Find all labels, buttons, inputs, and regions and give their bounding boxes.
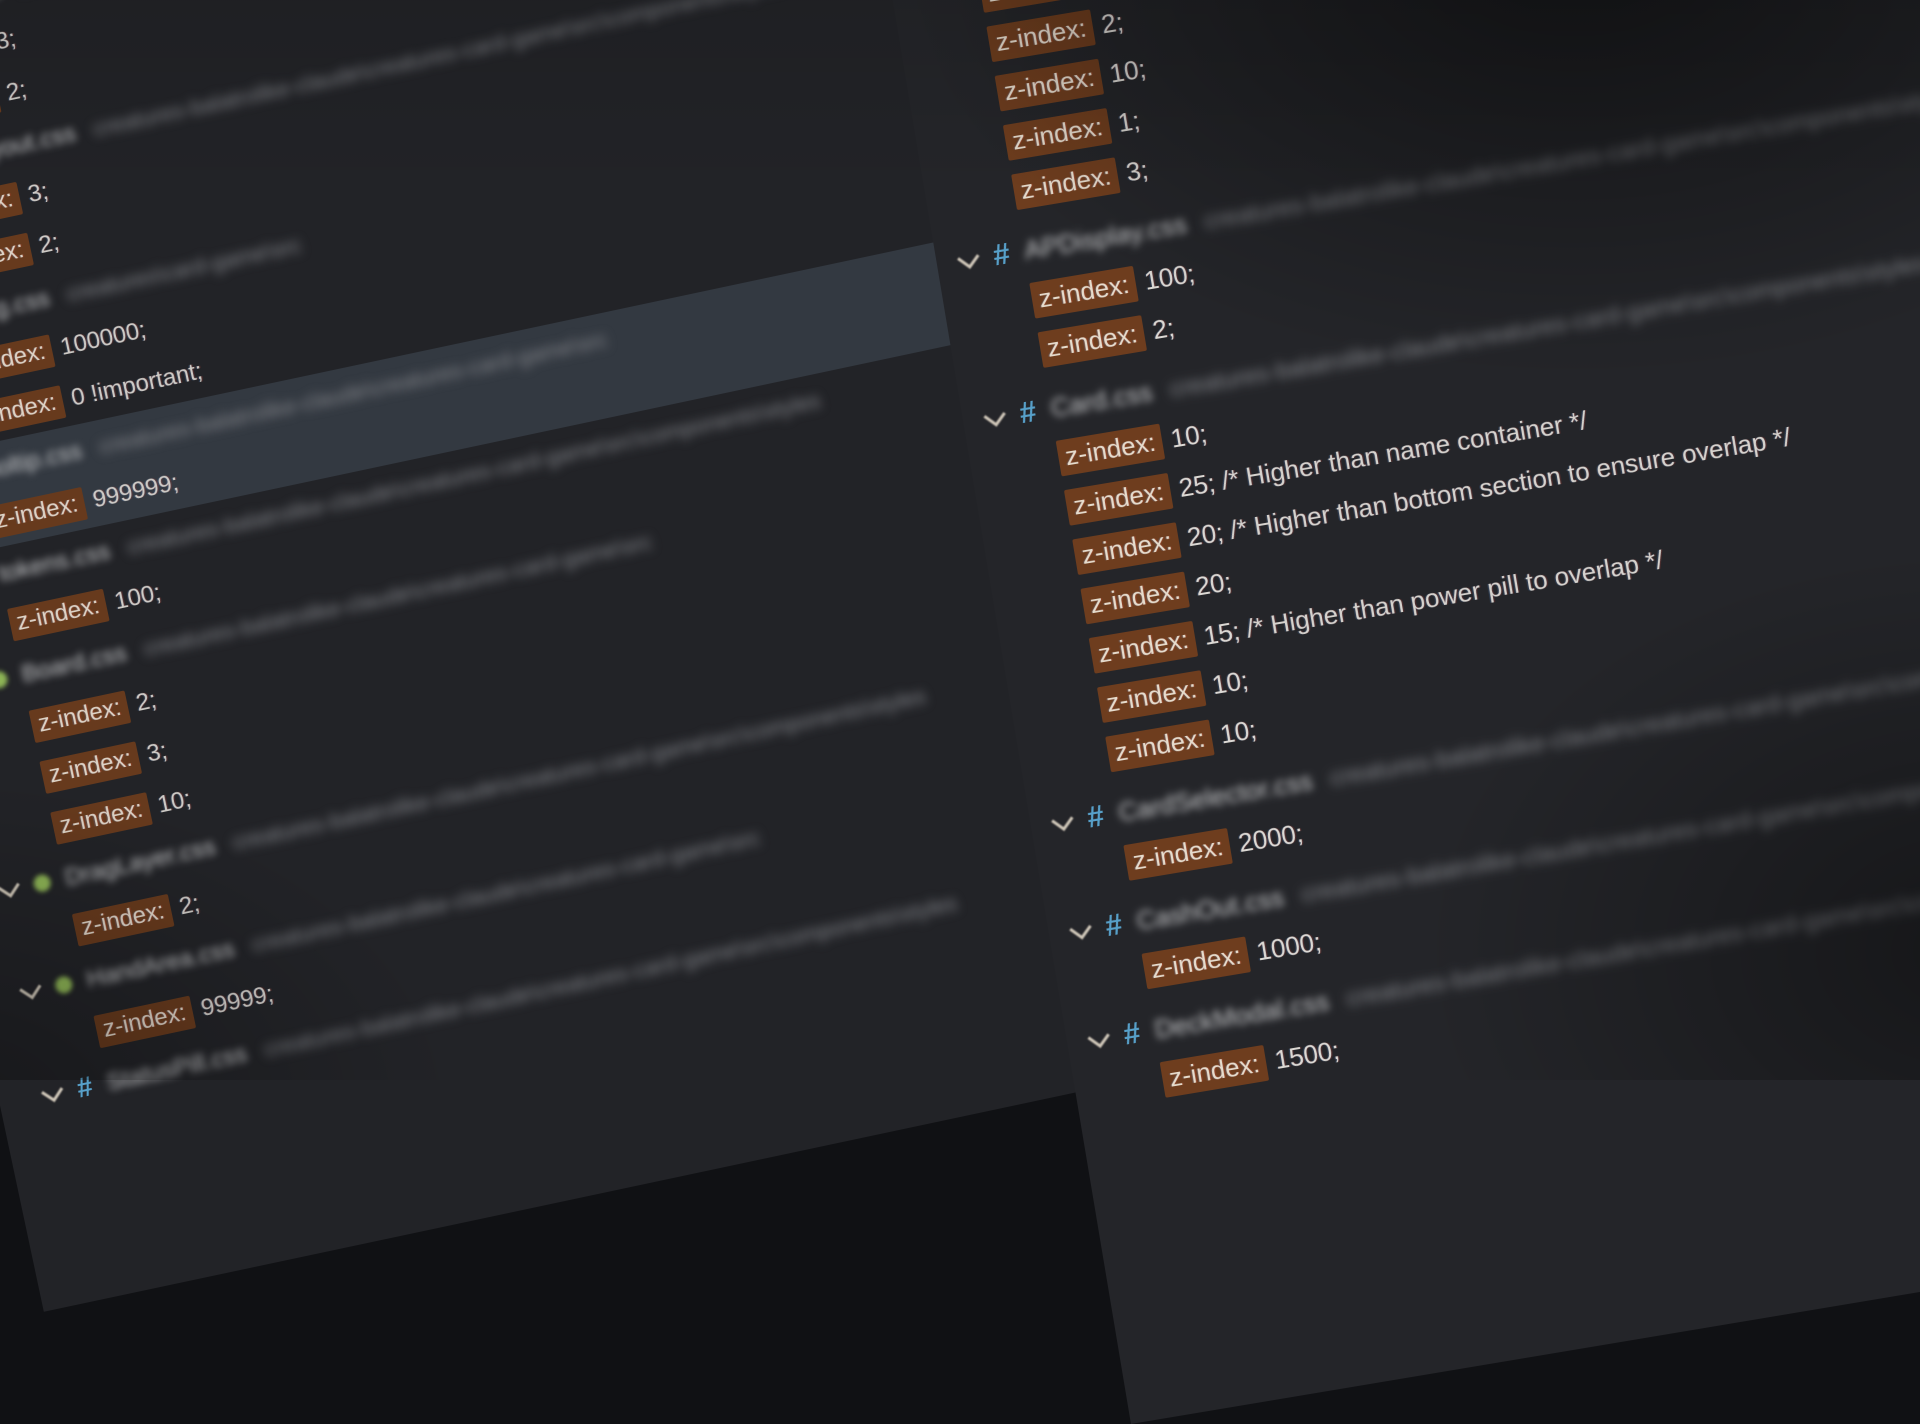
css-file-icon: # xyxy=(1103,908,1125,943)
chevron-down-icon[interactable] xyxy=(19,977,41,999)
match-value: 100; xyxy=(1142,258,1197,296)
match-value: 10; xyxy=(1168,418,1209,454)
file-name: Board.css xyxy=(19,639,129,688)
match-value: 20; xyxy=(1193,566,1234,602)
match-value: 2; xyxy=(177,890,202,921)
match-highlight: z-index: xyxy=(1142,936,1252,989)
match-value: 1000; xyxy=(1254,926,1323,966)
css-file-icon: # xyxy=(1121,1016,1143,1051)
match-highlight: z-index: xyxy=(1038,315,1148,368)
chevron-down-icon[interactable] xyxy=(1087,1026,1109,1048)
match-value: 3; xyxy=(145,737,170,768)
match-value: 2; xyxy=(1099,6,1125,39)
match-value: 2; xyxy=(36,229,61,260)
match-value: 2; xyxy=(1150,312,1176,345)
green-file-icon xyxy=(54,975,74,995)
match-value: 10; xyxy=(1210,665,1251,701)
css-file-icon: # xyxy=(991,237,1013,272)
green-file-icon xyxy=(0,670,9,690)
match-value: 100; xyxy=(112,579,163,615)
chevron-down-icon[interactable] xyxy=(957,247,979,269)
chevron-down-icon[interactable] xyxy=(0,876,20,898)
match-value: 3; xyxy=(1124,154,1150,187)
match-value: 1500; xyxy=(1272,1035,1341,1075)
match-value: 20; xyxy=(1185,517,1226,553)
chevron-down-icon[interactable] xyxy=(1069,917,1091,939)
match-value: 1; xyxy=(1116,105,1142,138)
match-value: 2; xyxy=(4,76,29,107)
file-name: Card.css xyxy=(1048,377,1154,424)
match-value: 25; xyxy=(1177,467,1218,503)
css-file-icon: # xyxy=(1017,395,1039,430)
green-file-icon xyxy=(32,873,52,893)
chevron-down-icon[interactable] xyxy=(984,404,1006,426)
match-highlight: z-index: xyxy=(1105,719,1215,772)
match-highlight: z-index: xyxy=(1123,828,1233,881)
search-results-panel-right[interactable]: z-index:2;z-index:2;z-index:10;z-index:1… xyxy=(890,0,1920,1424)
match-value: 15; xyxy=(1202,615,1243,651)
match-value: 10; xyxy=(1107,53,1148,89)
css-file-icon: # xyxy=(74,1070,95,1104)
match-value: 2000; xyxy=(1236,818,1305,858)
match-value: 100000; xyxy=(58,316,148,360)
match-highlight: z-index: xyxy=(1011,157,1121,210)
match-value: 99999; xyxy=(199,980,276,1022)
match-value: 3; xyxy=(26,178,51,209)
match-value: 999999; xyxy=(90,469,180,513)
match-value: 10; xyxy=(155,785,193,818)
match-value: 3; xyxy=(0,25,18,56)
chevron-down-icon[interactable] xyxy=(1051,809,1073,831)
css-file-icon: # xyxy=(1085,799,1107,834)
match-value: 10; xyxy=(1218,714,1259,750)
chevron-down-icon[interactable] xyxy=(41,1080,63,1102)
match-value: 2; xyxy=(134,686,159,717)
match-highlight: z-index: xyxy=(1160,1045,1270,1098)
